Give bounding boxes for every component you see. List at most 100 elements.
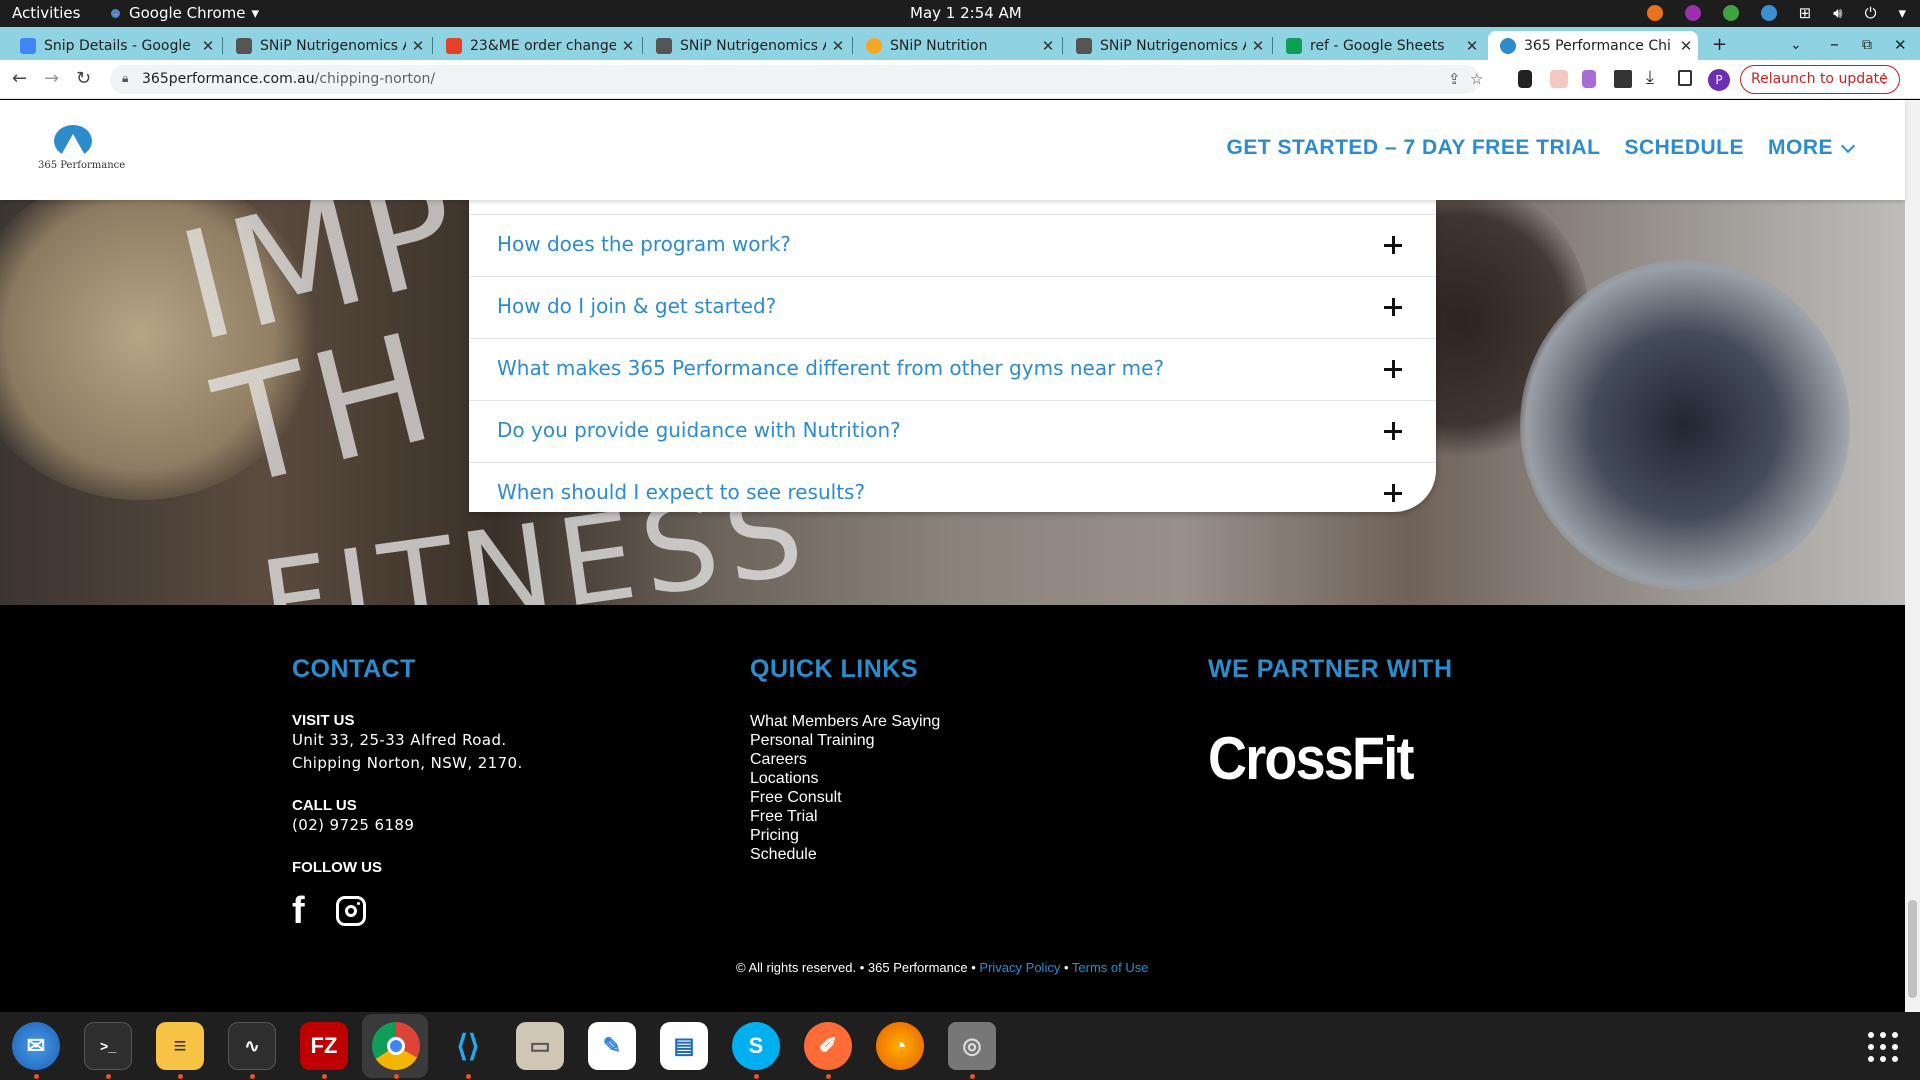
close-tab-icon[interactable]: ✕	[1246, 37, 1270, 55]
tray-update-icon[interactable]	[1722, 5, 1739, 21]
chrome-icon[interactable]	[372, 1022, 420, 1070]
eyedropper-extension-icon[interactable]	[1518, 70, 1532, 88]
tray-menu-arrow-icon[interactable]: ▾	[1898, 4, 1906, 22]
pen-extension-icon[interactable]	[1582, 70, 1596, 88]
download-icon[interactable]: ⤓	[1646, 67, 1664, 88]
faq-question[interactable]: When should I expect to see results?	[497, 480, 865, 504]
quick-link[interactable]: What Members Are Saying	[750, 712, 940, 731]
orange-app-icon[interactable]: ◔	[876, 1022, 924, 1070]
notes-icon[interactable]: ≡	[156, 1022, 204, 1070]
restore-icon[interactable]: ⧉	[1862, 37, 1872, 53]
terms-of-use-link[interactable]: Terms of Use	[1072, 960, 1149, 975]
tab-search-icon[interactable]: ⌄	[1790, 37, 1802, 53]
quick-link[interactable]: Free Consult	[750, 788, 940, 807]
activities-button[interactable]: Activities	[12, 4, 80, 22]
close-tab-icon[interactable]: ✕	[616, 37, 640, 55]
close-tab-icon[interactable]: ✕	[1460, 37, 1484, 55]
address-bar[interactable]: 🔒︎ 365performance.com.au/chipping-norton…	[110, 65, 1483, 94]
new-tab-icon[interactable]: +	[1712, 34, 1727, 55]
tab[interactable]: Snip Details - Google ✕	[8, 31, 220, 60]
close-tab-icon[interactable]: ✕	[196, 37, 220, 55]
close-tab-icon[interactable]: ✕	[1036, 37, 1060, 55]
instagram-icon[interactable]	[336, 896, 366, 926]
back-icon[interactable]: ←	[12, 68, 27, 89]
faq-item[interactable]: How does the program work?	[469, 215, 1436, 277]
phone-link[interactable]: (02) 9725 6189	[292, 814, 523, 837]
forward-icon[interactable]: →	[44, 68, 59, 89]
faq-item[interactable]: How do I join & get started?	[469, 277, 1436, 339]
faq-question[interactable]: Do you provide guidance with Nutrition?	[497, 418, 901, 442]
privacy-policy-link[interactable]: Privacy Policy	[979, 960, 1060, 975]
scrollbar-thumb[interactable]	[1908, 900, 1917, 998]
network-icon[interactable]: ⊞	[1799, 4, 1812, 22]
chrome-tray-icon[interactable]	[1646, 5, 1663, 21]
close-tab-icon[interactable]: ✕	[406, 37, 430, 55]
faq-question[interactable]: What makes 365 Performance different fro…	[497, 356, 1164, 380]
tab[interactable]: SNiP Nutrigenomics A ✕	[1064, 31, 1270, 60]
relaunch-update-button[interactable]: Relaunch to update ⋮	[1740, 65, 1900, 94]
close-tab-icon[interactable]: ✕	[826, 37, 850, 55]
nav-schedule-link[interactable]: SCHEDULE	[1624, 136, 1744, 160]
nav-more-dropdown[interactable]: MORE	[1768, 136, 1856, 160]
facebook-icon[interactable]: f	[292, 892, 316, 930]
expand-plus-icon[interactable]	[1384, 484, 1402, 502]
quick-link[interactable]: Personal Training	[750, 731, 940, 750]
volume-icon[interactable]: 🔊︎	[1833, 4, 1842, 22]
close-window-icon[interactable]: ✕	[1894, 36, 1907, 54]
expand-plus-icon[interactable]	[1384, 422, 1402, 440]
close-tab-icon[interactable]: ✕	[1674, 37, 1698, 55]
share-icon[interactable]: ⇪	[1448, 70, 1461, 88]
quick-link[interactable]: Locations	[750, 769, 940, 788]
text-editor-icon[interactable]: ✎	[588, 1022, 636, 1070]
tab[interactable]: ref - Google Sheets ✕	[1274, 31, 1484, 60]
expand-plus-icon[interactable]	[1384, 236, 1402, 254]
lock-icon[interactable]: 🔒︎	[122, 71, 128, 86]
faq-question[interactable]: How do I join & get started?	[497, 294, 776, 318]
skype-icon[interactable]: S	[732, 1022, 780, 1070]
postman-icon[interactable]: ✐	[804, 1022, 852, 1070]
tab[interactable]: SNiP Nutrigenomics A ✕	[224, 31, 430, 60]
crossfit-logo[interactable]: CrossFit	[1208, 724, 1428, 793]
tab[interactable]: 23&ME order change ✕	[434, 31, 640, 60]
extensions-puzzle-icon[interactable]	[1614, 70, 1632, 88]
system-monitor-icon[interactable]: ∿	[228, 1022, 276, 1070]
quick-link[interactable]: Free Trial	[750, 807, 940, 826]
copyright-line: © All rights reserved. • 365 Performance…	[736, 960, 1149, 975]
app-menu[interactable]: Google Chrome ▾	[108, 4, 259, 22]
filezilla-icon[interactable]: FZ	[300, 1022, 348, 1070]
faq-question[interactable]: How does the program work?	[497, 232, 791, 256]
calendar-extension-icon[interactable]	[1550, 70, 1568, 88]
expand-plus-icon[interactable]	[1384, 298, 1402, 316]
files-icon[interactable]: ▭	[516, 1022, 564, 1070]
page-scrollbar[interactable]	[1905, 100, 1920, 1012]
side-panel-icon[interactable]	[1678, 70, 1692, 86]
quick-link[interactable]: Careers	[750, 750, 940, 769]
tray-app-icon[interactable]	[1684, 5, 1701, 21]
url-text[interactable]: 365performance.com.au/chipping-norton/	[142, 71, 435, 87]
minimize-icon[interactable]: –	[1830, 34, 1839, 55]
site-logo[interactable]: 365 Performance	[34, 120, 125, 180]
disks-icon[interactable]: ◎	[948, 1022, 996, 1070]
profile-avatar[interactable]: P	[1708, 69, 1730, 91]
power-icon[interactable]: ⏻	[1865, 4, 1877, 22]
system-tray[interactable]: ⊞ 🔊︎ ⏻ ▾	[1646, 4, 1906, 22]
quick-link[interactable]: Schedule	[750, 845, 940, 864]
clock[interactable]: May 1 2:54 AM	[910, 4, 1022, 22]
faq-item[interactable]: When should I expect to see results?	[469, 463, 1436, 525]
vscode-icon[interactable]: ⟨⟩	[444, 1022, 492, 1070]
show-applications-icon[interactable]	[1868, 1032, 1898, 1062]
reload-icon[interactable]: ↻	[76, 68, 91, 89]
faq-item[interactable]: Do you provide guidance with Nutrition?	[469, 401, 1436, 463]
quick-link[interactable]: Pricing	[750, 826, 940, 845]
tab[interactable]: SNiP Nutrition ✕	[854, 31, 1060, 60]
expand-plus-icon[interactable]	[1384, 360, 1402, 378]
tab-active[interactable]: 365 Performance Chi ✕	[1488, 31, 1698, 60]
tray-sync-icon[interactable]	[1760, 5, 1777, 21]
thunderbird-icon[interactable]: ✉	[12, 1022, 60, 1070]
libreoffice-writer-icon[interactable]: ▤	[660, 1022, 708, 1070]
bookmark-star-icon[interactable]: ☆	[1470, 70, 1483, 88]
faq-item[interactable]: What makes 365 Performance different fro…	[469, 339, 1436, 401]
nav-free-trial-link[interactable]: GET STARTED – 7 DAY FREE TRIAL	[1226, 136, 1600, 160]
terminal-icon[interactable]: >_	[84, 1022, 132, 1070]
tab[interactable]: SNiP Nutrigenomics A ✕	[644, 31, 850, 60]
